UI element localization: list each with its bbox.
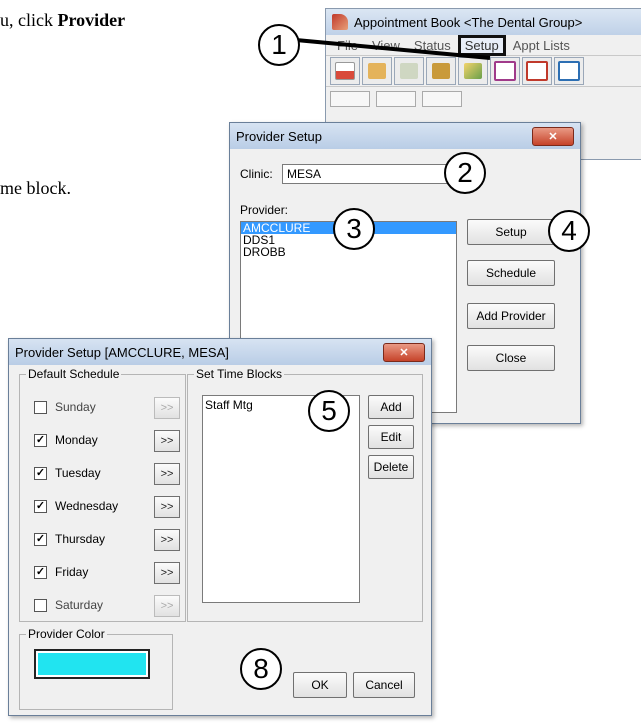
callout-3: 3 — [333, 208, 375, 250]
callout-4: 4 — [548, 210, 590, 252]
callout-1-line — [295, 38, 491, 60]
callout-5: 5 — [308, 390, 350, 432]
callout-1: 1 — [258, 24, 300, 66]
callout-8: 8 — [240, 648, 282, 690]
callout-2: 2 — [444, 152, 486, 194]
callout-connector — [295, 38, 491, 60]
